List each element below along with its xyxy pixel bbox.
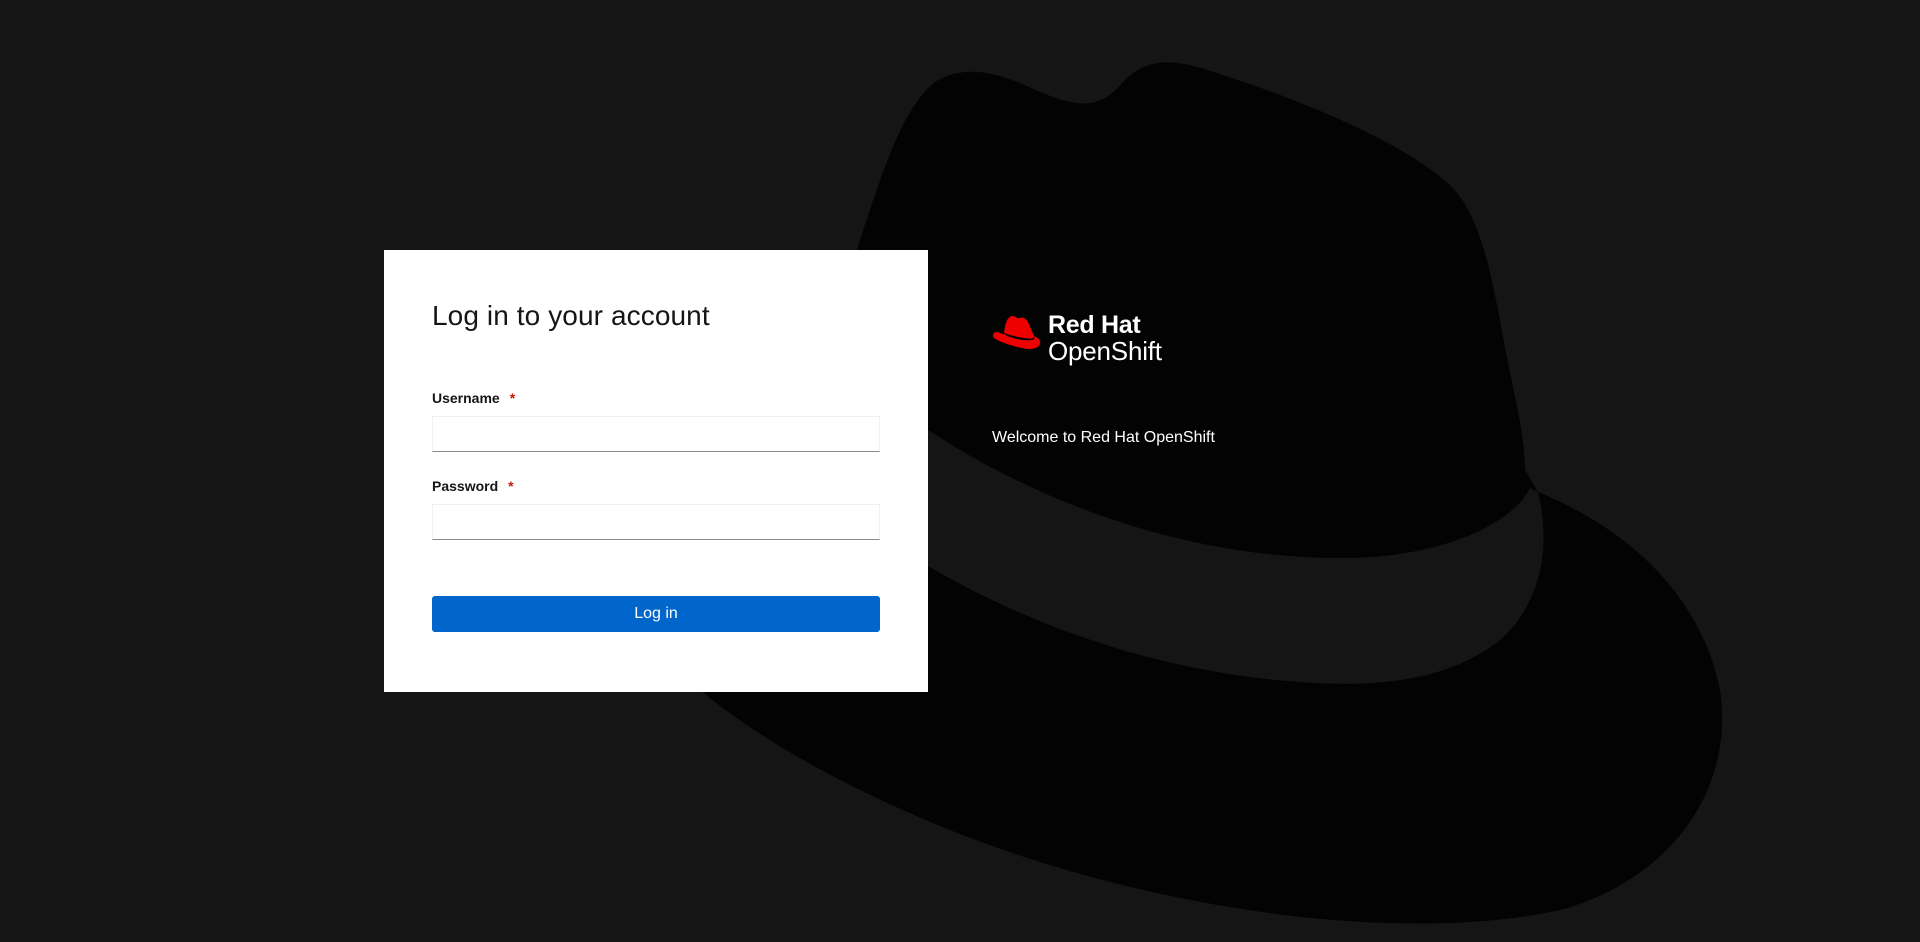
username-group: Username *	[432, 388, 880, 452]
login-button[interactable]: Log in	[432, 596, 880, 632]
password-input[interactable]	[432, 504, 880, 540]
password-label: Password	[432, 478, 499, 494]
password-label-row: Password *	[432, 476, 880, 496]
username-label-row: Username *	[432, 388, 880, 408]
welcome-message: Welcome to Red Hat OpenShift	[992, 429, 1215, 446]
login-card: Log in to your account Username * Passwo…	[384, 250, 928, 692]
page-title: Log in to your account	[432, 300, 710, 331]
brand-name-line1: Red Hat	[1048, 311, 1141, 339]
username-input[interactable]	[432, 416, 880, 452]
username-required-indicator: *	[509, 390, 516, 406]
password-required-indicator: *	[508, 478, 514, 494]
login-page: Log in to your account Username * Passwo…	[0, 0, 1920, 942]
red-hat-fedora-icon	[993, 316, 1041, 349]
background-fedora-hat-icon	[700, 62, 1723, 924]
password-group: Password *	[432, 476, 880, 540]
login-form: Username * Password * Log in	[432, 388, 880, 632]
username-label: Username	[432, 390, 500, 406]
brand-wordmark: Red Hat OpenShift	[1048, 312, 1162, 364]
brand-name-line2: OpenShift	[1048, 336, 1162, 366]
brand-logo: Red Hat OpenShift	[992, 312, 1162, 364]
